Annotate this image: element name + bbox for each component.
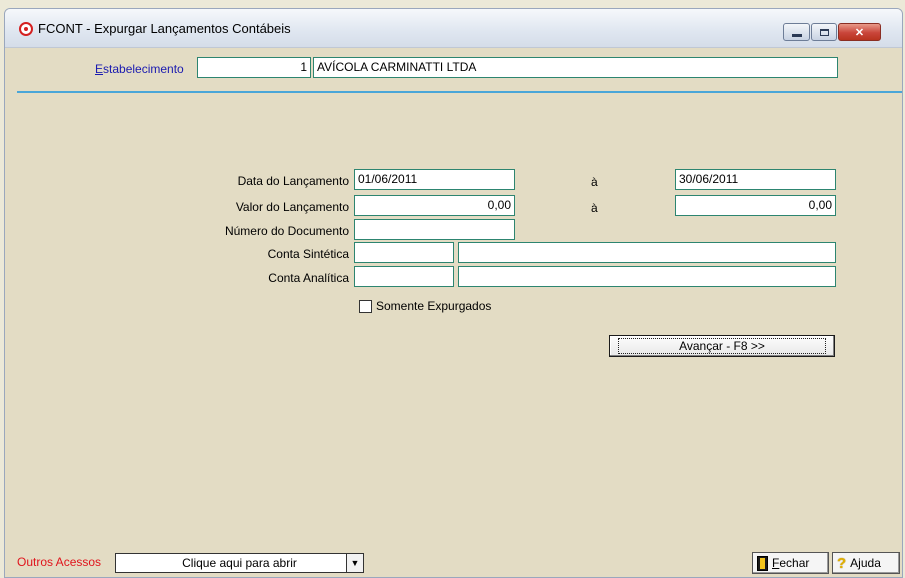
valor-range-separator: à: [591, 201, 598, 215]
outros-acessos-label: Outros Acessos: [17, 555, 102, 569]
combo-dropdown-button[interactable]: ▼: [346, 554, 363, 572]
app-icon: [19, 22, 33, 36]
fechar-button[interactable]: Fechar: [752, 552, 829, 574]
data-range-separator: à: [591, 175, 598, 189]
conta-analitica-label: Conta Analítica: [268, 271, 349, 285]
somente-expurgados-checkbox[interactable]: [359, 300, 372, 313]
header-separator: [17, 91, 902, 93]
maximize-icon: [819, 28, 829, 36]
exit-door-icon: [757, 555, 768, 571]
valor-lancamento-to-input[interactable]: 0,00: [675, 195, 836, 216]
conta-sintetica-desc-input[interactable]: [458, 242, 836, 263]
conta-sintetica-label: Conta Sintética: [267, 247, 349, 261]
title-bar: FCONT - Expurgar Lançamentos Contábeis ✕: [5, 9, 902, 48]
conta-analitica-desc-input[interactable]: [458, 266, 836, 287]
help-icon: ?: [837, 554, 847, 572]
conta-analitica-code-input[interactable]: [354, 266, 454, 287]
avancar-button[interactable]: Avançar - F8 >>: [609, 335, 835, 357]
data-lancamento-from-input[interactable]: 01/06/2011: [354, 169, 515, 190]
minimize-button[interactable]: [783, 23, 810, 41]
data-lancamento-to-input[interactable]: 30/06/2011: [675, 169, 836, 190]
data-lancamento-label: Data do Lançamento: [237, 174, 349, 188]
maximize-button[interactable]: [811, 23, 837, 41]
ajuda-button[interactable]: ? Ajuda: [832, 552, 900, 574]
outros-acessos-combo-value: Clique aqui para abrir: [182, 556, 297, 570]
close-icon: ✕: [854, 26, 865, 39]
avancar-button-label: Avançar - F8 >>: [618, 338, 826, 354]
chevron-down-icon: ▼: [350, 558, 360, 568]
close-button[interactable]: ✕: [838, 23, 881, 41]
valor-lancamento-label: Valor do Lançamento: [235, 200, 349, 214]
estabelecimento-name-input[interactable]: AVÍCOLA CARMINATTI LTDA: [313, 57, 838, 78]
valor-lancamento-from-input[interactable]: 0,00: [354, 195, 515, 216]
somente-expurgados-label[interactable]: Somente Expurgados: [376, 299, 491, 313]
fechar-label: Fechar: [772, 556, 810, 570]
outros-acessos-combo[interactable]: Clique aqui para abrir: [115, 553, 364, 573]
estabelecimento-label[interactable]: Estabelecimento: [95, 62, 184, 76]
main-window: FCONT - Expurgar Lançamentos Contábeis ✕…: [4, 8, 903, 578]
conta-sintetica-code-input[interactable]: [354, 242, 454, 263]
numero-documento-label: Número do Documento: [224, 224, 349, 238]
minimize-icon: [791, 33, 802, 37]
ajuda-label: Ajuda: [850, 556, 881, 570]
window-title: FCONT - Expurgar Lançamentos Contábeis: [38, 21, 291, 36]
numero-documento-input[interactable]: [354, 219, 515, 240]
estabelecimento-code-input[interactable]: 1: [197, 57, 311, 78]
bottom-bar: Outros Acessos Clique aqui para abrir ▼ …: [5, 543, 902, 577]
